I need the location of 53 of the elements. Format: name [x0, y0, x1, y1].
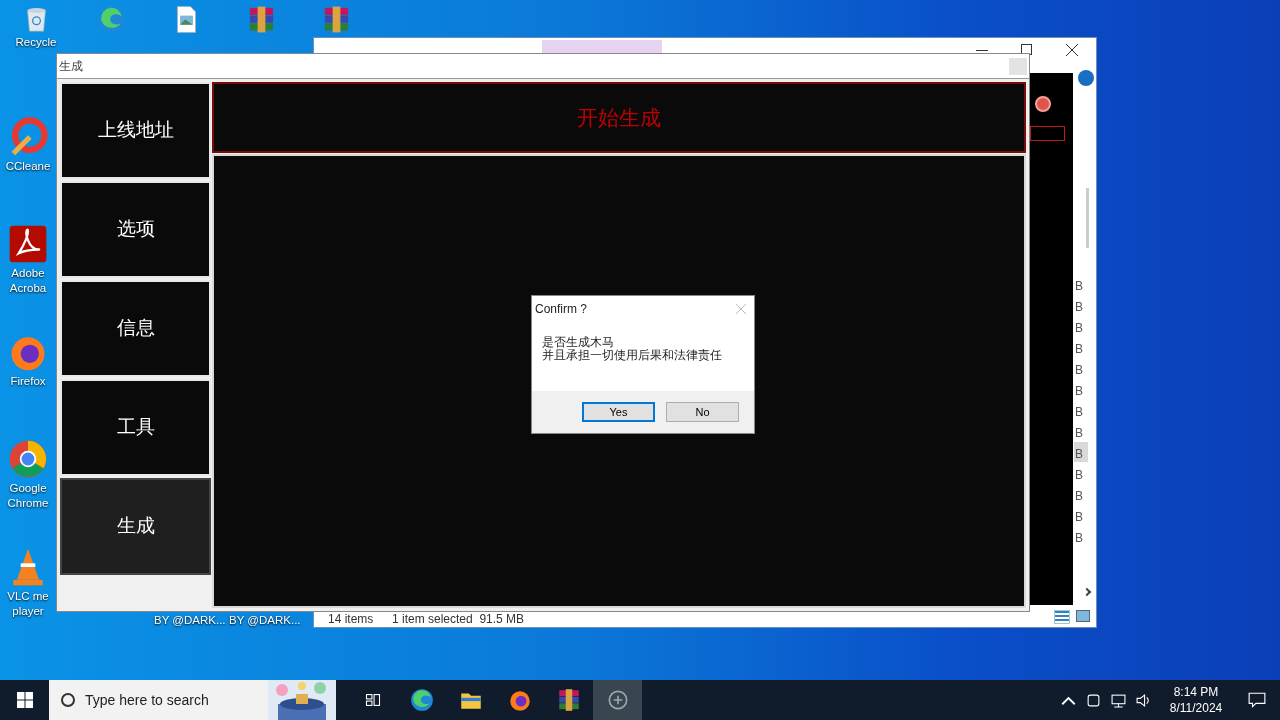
network-icon[interactable] — [1111, 692, 1126, 708]
yes-button[interactable]: Yes — [582, 402, 655, 422]
icon-label[interactable]: Adobe — [11, 266, 45, 281]
clock-time[interactable]: 8:14 PM — [1156, 684, 1236, 700]
size-cell-text: B — [1074, 341, 1084, 357]
icon-label[interactable]: Chrome — [7, 496, 49, 511]
notification-icon[interactable] — [1248, 691, 1266, 709]
no-button[interactable]: No — [666, 402, 739, 422]
icon-label[interactable]: Recycle — [15, 35, 57, 50]
icon-label[interactable]: BY @DARK... — [154, 613, 226, 628]
dialog-title: Confirm ? — [535, 301, 587, 318]
nav-button[interactable]: 工具 — [60, 379, 211, 476]
clock-date[interactable]: 8/11/2024 — [1156, 700, 1236, 716]
size-cell: B — [1074, 442, 1088, 462]
status-text: 14 items — [328, 611, 374, 628]
size-cell-text: B — [1074, 320, 1084, 336]
size-cell-text: B — [1074, 299, 1084, 315]
icon-label[interactable]: player — [12, 604, 44, 619]
size-cell-text: B — [1074, 383, 1084, 399]
size-cell-text: B — [1074, 278, 1084, 294]
scrollbar[interactable] — [1086, 188, 1089, 248]
nav-button[interactable]: 选项 — [60, 181, 211, 278]
size-cell-text: B — [1074, 509, 1084, 525]
details-view-icon[interactable] — [1054, 610, 1070, 624]
size-cell-text: B — [1074, 362, 1084, 378]
nav-button[interactable]: 生成 — [60, 478, 211, 575]
dialog-message: 并且承担一切使用后果和法律责任 — [542, 349, 723, 362]
size-cell-text: B — [1074, 530, 1084, 546]
input-field[interactable] — [1030, 126, 1065, 141]
start-build-button[interactable]: 开始生成 — [212, 82, 1026, 153]
help-icon[interactable] — [1078, 70, 1094, 86]
icon-label[interactable]: BY @DARK... — [229, 613, 301, 628]
status-text: 1 item selected 91.5 MB — [392, 611, 525, 628]
dialog-message: 是否生成木马 — [542, 336, 615, 349]
icon-label[interactable]: VLC me — [7, 589, 49, 604]
size-cell-text: B — [1074, 404, 1084, 420]
volume-icon[interactable] — [1136, 692, 1151, 708]
nav-button[interactable]: 上线地址 — [60, 82, 211, 179]
icon-label[interactable]: Acroba — [9, 281, 47, 296]
nav-button[interactable]: 信息 — [60, 280, 211, 377]
browser-icon[interactable] — [408, 687, 435, 713]
window-title: 生成 — [59, 58, 83, 75]
size-cell-text: B — [1074, 488, 1084, 504]
search-field[interactable]: Type here to search — [49, 680, 336, 720]
meet-icon[interactable] — [1086, 692, 1101, 708]
size-cell-text: B — [1074, 467, 1084, 483]
close-icon[interactable] — [1066, 44, 1078, 56]
size-cell-text: B — [1074, 425, 1084, 441]
search-icon — [61, 693, 75, 707]
icon-label[interactable]: Firefox — [10, 374, 46, 389]
icon-label[interactable]: CCleane — [5, 159, 51, 174]
thumbnail-view-icon[interactable] — [1076, 610, 1090, 622]
icon-label[interactable]: Google — [9, 481, 47, 496]
